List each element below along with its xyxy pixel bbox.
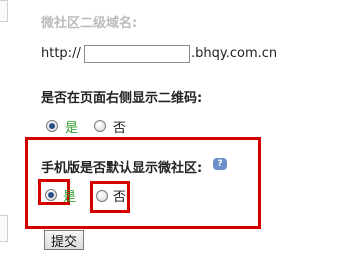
qrcode-yes-label[interactable]: 是 <box>65 117 78 136</box>
mobile-no-radio[interactable] <box>96 190 108 202</box>
left-panel-edge <box>0 0 8 22</box>
left-panel-edge <box>0 215 8 242</box>
qrcode-no-radio[interactable] <box>94 120 106 132</box>
mobile-no-label[interactable]: 否 <box>113 186 126 205</box>
url-prefix: http:// <box>41 46 81 61</box>
mobile-yes-radio[interactable] <box>45 189 57 201</box>
qrcode-label: 是否在页面右侧显示二维码: <box>41 91 203 106</box>
submit-button[interactable]: 提交 <box>44 230 84 250</box>
qrcode-yes-radio[interactable] <box>46 120 58 132</box>
subdomain-input[interactable] <box>84 45 190 63</box>
mobile-yes-label[interactable]: 是 <box>63 186 76 205</box>
help-icon[interactable]: ? <box>213 158 227 170</box>
mobile-default-label: 手机版是否默认显示微社区: <box>41 161 203 176</box>
url-suffix: .bhqy.com.cn <box>191 46 278 61</box>
subdomain-label: 微社区二级域名: <box>41 16 138 31</box>
qrcode-no-label[interactable]: 否 <box>113 117 126 136</box>
